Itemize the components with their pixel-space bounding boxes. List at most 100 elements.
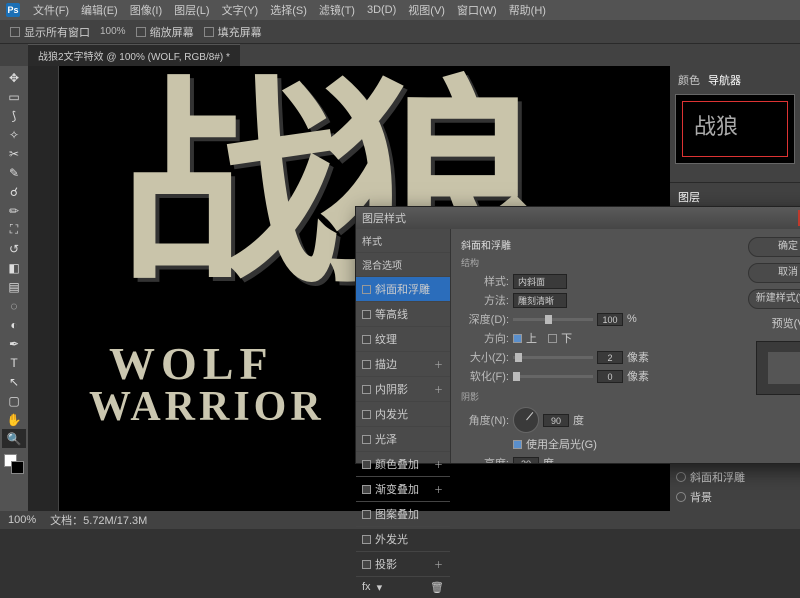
history-brush-tool[interactable]: ↺: [2, 239, 26, 258]
style-item-bevel[interactable]: 斜面和浮雕: [356, 277, 450, 302]
app-logo: Ps: [6, 3, 20, 17]
opt-check1[interactable]: [10, 27, 20, 37]
color-swatches[interactable]: [4, 454, 24, 474]
style-item-gradoverlay[interactable]: 渐变叠加＋: [356, 477, 450, 502]
plus-icon[interactable]: ＋: [434, 358, 444, 371]
status-zoom[interactable]: 100%: [8, 514, 36, 526]
checkbox-icon[interactable]: [362, 560, 371, 569]
checkbox-icon[interactable]: [362, 335, 371, 344]
marquee-tool[interactable]: ▭: [2, 87, 26, 106]
menu-filter[interactable]: 滤镜(T): [314, 0, 360, 20]
angle-dial[interactable]: [513, 407, 539, 433]
chevron-icon[interactable]: ▾: [377, 581, 383, 594]
checkbox-icon[interactable]: [362, 410, 371, 419]
dodge-tool[interactable]: ◐: [2, 315, 26, 334]
checkbox-icon[interactable]: [362, 510, 371, 519]
move-tool[interactable]: ✥: [2, 68, 26, 87]
layer-bg[interactable]: 背景: [674, 487, 796, 507]
plus-icon[interactable]: ＋: [434, 483, 444, 496]
dir-down-radio[interactable]: [548, 334, 557, 343]
nav-tab-navigator[interactable]: 导航器: [708, 72, 741, 88]
path-tool[interactable]: ↖: [2, 372, 26, 391]
dir-up-radio[interactable]: [513, 334, 522, 343]
opt-check3[interactable]: [204, 27, 214, 37]
style-dropdown[interactable]: 内斜面: [513, 274, 567, 289]
hand-tool[interactable]: ✋: [2, 410, 26, 429]
stamp-tool[interactable]: ⛶: [2, 220, 26, 239]
checkbox-icon[interactable]: [362, 460, 371, 469]
zoom-tool[interactable]: 🔍: [2, 429, 26, 448]
checkbox-icon[interactable]: [362, 285, 371, 294]
size-value[interactable]: 2: [597, 351, 623, 364]
altitude-label: 高度:: [461, 455, 509, 463]
eye-icon[interactable]: [676, 492, 686, 502]
menu-image[interactable]: 图像(I): [125, 0, 167, 20]
soften-slider[interactable]: [513, 375, 593, 378]
menu-view[interactable]: 视图(V): [403, 0, 450, 20]
wand-tool[interactable]: ✧: [2, 125, 26, 144]
style-item-texture[interactable]: 纹理: [356, 327, 450, 352]
opt-check2[interactable]: [136, 27, 146, 37]
style-item-patternoverlay[interactable]: 图案叠加: [356, 502, 450, 527]
angle-value[interactable]: 90: [543, 414, 569, 427]
style-item-blend[interactable]: 混合选项: [356, 253, 450, 277]
plus-icon[interactable]: ＋: [434, 558, 444, 571]
trash-icon[interactable]: 🗑: [430, 581, 444, 594]
altitude-value[interactable]: 30: [513, 457, 539, 464]
layers-tab[interactable]: 图层: [678, 189, 700, 205]
menu-file[interactable]: 文件(F): [28, 0, 74, 20]
new-style-button[interactable]: 新建样式(W)...: [748, 289, 800, 309]
nav-tab-color[interactable]: 颜色: [678, 72, 700, 88]
navigator-thumb[interactable]: 战狼: [675, 94, 795, 164]
menu-edit[interactable]: 编辑(E): [76, 0, 123, 20]
style-item-dropshadow[interactable]: 投影＋: [356, 552, 450, 577]
size-slider[interactable]: [513, 356, 593, 359]
crop-tool[interactable]: ✂: [2, 144, 26, 163]
ok-button[interactable]: 确定: [748, 237, 800, 257]
eraser-tool[interactable]: ◧: [2, 258, 26, 277]
heal-tool[interactable]: ☌: [2, 182, 26, 201]
style-item-outerglow[interactable]: 外发光: [356, 527, 450, 552]
type-tool[interactable]: T: [2, 353, 26, 372]
depth-value[interactable]: 100: [597, 313, 623, 326]
gradient-tool[interactable]: ▤: [2, 277, 26, 296]
style-item-styles[interactable]: 样式: [356, 229, 450, 253]
eye-icon[interactable]: [676, 472, 686, 482]
style-item-stroke[interactable]: 描边＋: [356, 352, 450, 377]
pen-tool[interactable]: ✒: [2, 334, 26, 353]
shape-tool[interactable]: ▢: [2, 391, 26, 410]
menu-select[interactable]: 选择(S): [265, 0, 312, 20]
fx-icon[interactable]: fx: [362, 581, 371, 594]
menu-layer[interactable]: 图层(L): [169, 0, 214, 20]
soften-value[interactable]: 0: [597, 370, 623, 383]
checkbox-icon[interactable]: [362, 485, 371, 494]
dialog-titlebar[interactable]: 图层样式 ×: [356, 207, 800, 229]
plus-icon[interactable]: ＋: [434, 458, 444, 471]
checkbox-icon[interactable]: [362, 385, 371, 394]
layer-bevel[interactable]: 斜面和浮雕: [674, 467, 796, 487]
style-item-innershadow[interactable]: 内阴影＋: [356, 377, 450, 402]
menu-window[interactable]: 窗口(W): [452, 0, 502, 20]
menu-3d[interactable]: 3D(D): [362, 2, 401, 18]
zoom-level[interactable]: 100%: [100, 26, 126, 37]
style-item-satin[interactable]: 光泽: [356, 427, 450, 452]
method-dropdown[interactable]: 雕刻清晰: [513, 293, 567, 308]
menu-type[interactable]: 文字(Y): [217, 0, 264, 20]
brush-tool[interactable]: ✏: [2, 201, 26, 220]
lasso-tool[interactable]: ⟆: [2, 106, 26, 125]
checkbox-icon[interactable]: [362, 360, 371, 369]
depth-slider[interactable]: [513, 318, 593, 321]
checkbox-icon[interactable]: [362, 535, 371, 544]
eyedropper-tool[interactable]: ✎: [2, 163, 26, 182]
menu-help[interactable]: 帮助(H): [504, 0, 551, 20]
style-item-coloroverlay[interactable]: 颜色叠加＋: [356, 452, 450, 477]
global-light-checkbox[interactable]: [513, 440, 522, 449]
checkbox-icon[interactable]: [362, 310, 371, 319]
style-item-contour[interactable]: 等高线: [356, 302, 450, 327]
document-tab[interactable]: 战狼2文字特效 @ 100% (WOLF, RGB/8#) *: [28, 44, 240, 66]
style-item-innerglow[interactable]: 内发光: [356, 402, 450, 427]
cancel-button[interactable]: 取消: [748, 263, 800, 283]
plus-icon[interactable]: ＋: [434, 383, 444, 396]
checkbox-icon[interactable]: [362, 435, 371, 444]
blur-tool[interactable]: ◌: [2, 296, 26, 315]
